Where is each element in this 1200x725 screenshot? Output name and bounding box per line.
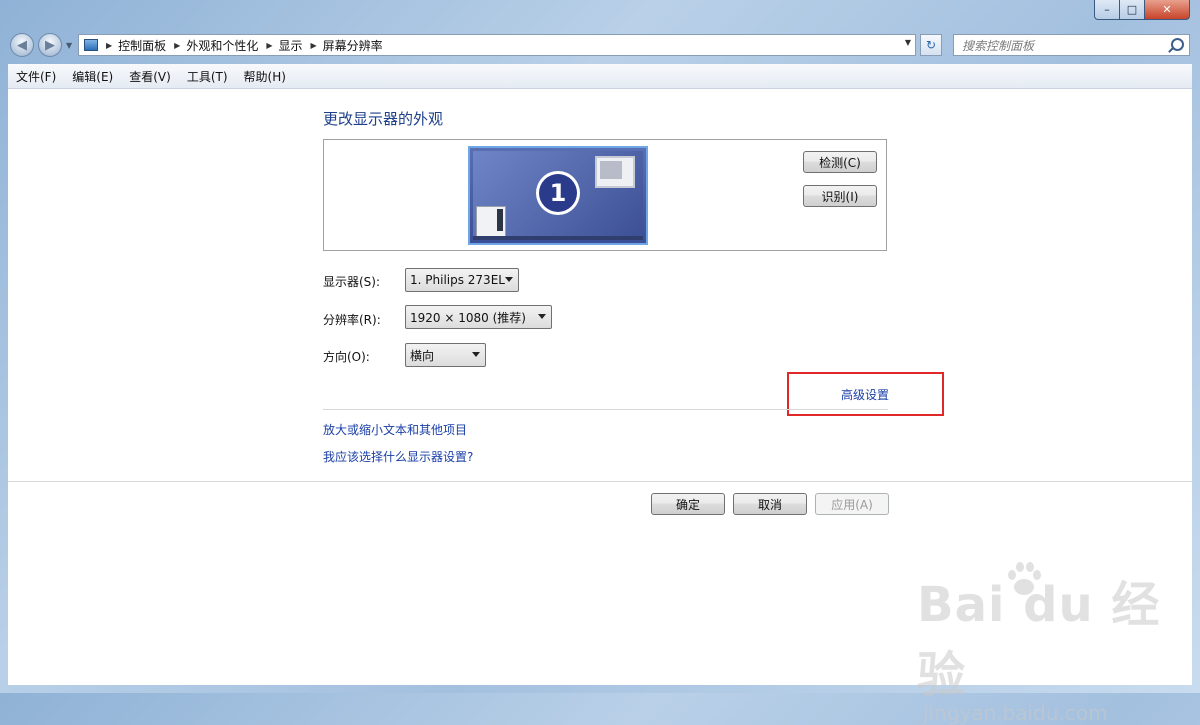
- orientation-select-value: 横向: [410, 348, 435, 363]
- ok-button[interactable]: 确定: [651, 493, 725, 515]
- close-button[interactable]: ✕: [1145, 0, 1190, 20]
- back-arrow-icon: ◀: [17, 37, 27, 53]
- menu-view[interactable]: 查看(V): [121, 68, 179, 85]
- close-icon: ✕: [1162, 3, 1172, 16]
- monitor-number: 1: [539, 174, 577, 212]
- baidu-watermark: Bai du 经验 jingyan.baidu.com: [917, 562, 1200, 725]
- chevron-down-icon: [472, 352, 480, 357]
- display-select[interactable]: 1. Philips 273EL: [405, 268, 519, 292]
- enlarge-text-link[interactable]: 放大或缩小文本和其他项目: [323, 421, 467, 438]
- caption-buttons: – □ ✕: [1094, 0, 1190, 20]
- section-divider: [323, 409, 888, 410]
- monitor-thumbnail[interactable]: 1: [468, 146, 648, 245]
- navigation-bar: ◀ ▶ ▼ ▶ 控制面板 ▶ 外观和个性化 ▶ 显示 ▶ 屏幕分辨率 ▼ ↻: [0, 30, 1200, 60]
- breadcrumb-item-screen-resolution[interactable]: 屏幕分辨率: [323, 37, 383, 54]
- sidebar-thumbnail-icon: [476, 206, 506, 238]
- window-thumbnail-icon: [595, 156, 635, 188]
- identify-button[interactable]: 识别(I): [803, 185, 877, 207]
- breadcrumb-separator-icon: ▶: [106, 40, 113, 50]
- breadcrumb-separator-icon: ▶: [310, 40, 317, 50]
- refresh-icon: ↻: [925, 38, 937, 52]
- breadcrumb: ▶ 控制面板 ▶ 外观和个性化 ▶ 显示 ▶ 屏幕分辨率: [98, 37, 383, 54]
- monitor-screen: 1: [473, 151, 643, 238]
- title-bar: – □ ✕: [0, 0, 1200, 30]
- forward-arrow-icon: ▶: [45, 37, 55, 53]
- display-select-value: 1. Philips 273EL: [410, 273, 505, 287]
- watermark-url: jingyan.baidu.com: [923, 701, 1108, 725]
- chevron-down-icon: [538, 314, 546, 319]
- monitor-preview-panel: 1 检测(C) 识别(I): [323, 139, 887, 251]
- breadcrumb-item-control-panel[interactable]: 控制面板: [118, 37, 166, 54]
- orientation-label: 方向(O):: [323, 350, 370, 364]
- apply-button[interactable]: 应用(A): [815, 493, 889, 515]
- breadcrumb-separator-icon: ▶: [174, 40, 181, 50]
- taskbar-thumbnail: [473, 236, 643, 240]
- minimize-button[interactable]: –: [1094, 0, 1120, 20]
- control-panel-icon: [84, 39, 98, 51]
- baidu-paw-icon: [1008, 562, 1041, 595]
- address-bar[interactable]: ▶ 控制面板 ▶ 外观和个性化 ▶ 显示 ▶ 屏幕分辨率 ▼: [78, 34, 916, 56]
- watermark-brand: Bai du 经验: [917, 577, 1161, 703]
- chevron-down-icon: [505, 277, 513, 282]
- resolution-select[interactable]: 1920 × 1080 (推荐): [405, 305, 552, 329]
- breadcrumb-item-display[interactable]: 显示: [279, 37, 303, 54]
- menu-edit[interactable]: 编辑(E): [64, 68, 121, 85]
- back-button[interactable]: ◀: [10, 33, 34, 57]
- maximize-button[interactable]: □: [1120, 0, 1145, 20]
- breadcrumb-separator-icon: ▶: [266, 40, 273, 50]
- resolution-label: 分辨率(R):: [323, 313, 381, 327]
- resolution-select-value: 1920 × 1080 (推荐): [410, 310, 526, 325]
- address-dropdown-icon[interactable]: ▼: [905, 38, 911, 47]
- advanced-settings-link[interactable]: 高级设置: [841, 386, 889, 403]
- forward-button[interactable]: ▶: [38, 33, 62, 57]
- orientation-select[interactable]: 横向: [405, 343, 486, 367]
- refresh-button[interactable]: ↻: [920, 34, 942, 56]
- display-settings-help-link[interactable]: 我应该选择什么显示器设置?: [323, 448, 473, 465]
- menu-bar: 文件(F) 编辑(E) 查看(V) 工具(T) 帮助(H): [8, 64, 1192, 89]
- search-box[interactable]: [953, 34, 1190, 56]
- menu-file[interactable]: 文件(F): [8, 68, 64, 85]
- maximize-icon: □: [1126, 3, 1138, 16]
- page-title: 更改显示器的外观: [323, 110, 444, 128]
- footer-divider: [8, 481, 1192, 482]
- search-input[interactable]: [960, 36, 1164, 56]
- recent-pages-dropdown[interactable]: ▼: [66, 41, 72, 50]
- cancel-button[interactable]: 取消: [733, 493, 807, 515]
- minimize-icon: –: [1104, 3, 1110, 16]
- search-icon[interactable]: [1171, 38, 1184, 51]
- menu-help[interactable]: 帮助(H): [236, 68, 294, 85]
- breadcrumb-item-appearance[interactable]: 外观和个性化: [186, 37, 258, 54]
- display-label: 显示器(S):: [323, 275, 381, 289]
- detect-button[interactable]: 检测(C): [803, 151, 877, 173]
- monitor-number-badge: 1: [536, 171, 580, 215]
- menu-tools[interactable]: 工具(T): [179, 68, 236, 85]
